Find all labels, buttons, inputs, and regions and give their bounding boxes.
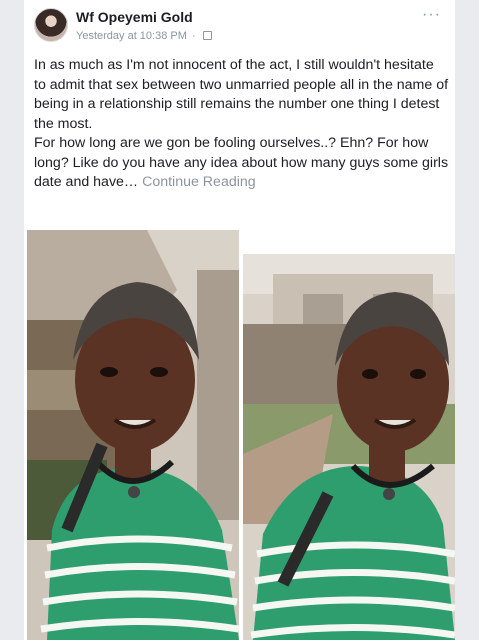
author-name[interactable]: Wf Opeyemi Gold <box>76 9 193 25</box>
post-card: Wf Opeyemi Gold Yesterday at 10:38 PM · … <box>24 0 455 640</box>
post-photo-left[interactable] <box>27 230 239 640</box>
photo-grid <box>24 228 455 640</box>
photo-left-image <box>27 230 239 640</box>
globe-icon <box>202 31 212 40</box>
timestamp[interactable]: Yesterday at 10:38 PM <box>76 30 187 42</box>
photo-right-image <box>243 254 455 640</box>
avatar[interactable] <box>34 8 68 42</box>
post-photo-right[interactable] <box>243 254 455 640</box>
post-text: In as much as I'm not innocent of the ac… <box>34 56 449 193</box>
post-paragraph: In as much as I'm not innocent of the ac… <box>34 57 449 132</box>
more-options-icon[interactable]: ··· <box>422 6 441 24</box>
continue-reading-link[interactable]: Continue Reading <box>142 174 256 190</box>
post-header: Wf Opeyemi Gold Yesterday at 10:38 PM · … <box>24 0 455 50</box>
meta-separator: · <box>191 30 196 42</box>
post-paragraph: For how long are we gon be fooling ourse… <box>34 134 449 193</box>
post-meta: Yesterday at 10:38 PM · <box>76 30 212 42</box>
